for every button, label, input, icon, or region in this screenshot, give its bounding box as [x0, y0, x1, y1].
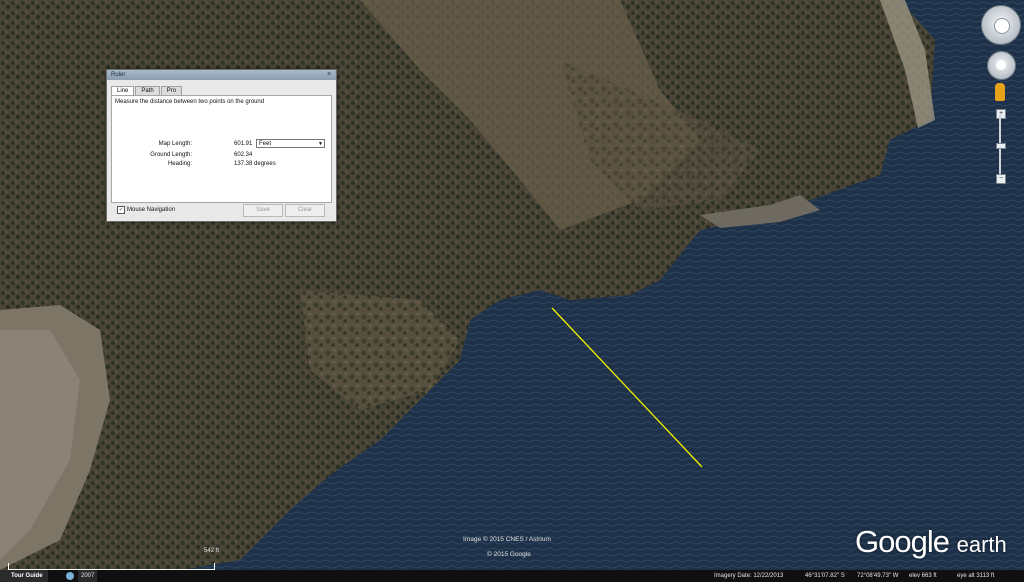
- ruler-dialog: Ruler × Line Path Pro Measure the distan…: [106, 69, 337, 222]
- heading-label: Heading:: [167, 161, 192, 167]
- logo-earth: earth: [956, 532, 1007, 557]
- elevation: elev 663 ft: [909, 573, 937, 579]
- scale-label: 542 ft: [204, 548, 220, 554]
- latitude: 46°31'07.82" S: [805, 573, 845, 579]
- hand-icon: [996, 60, 1006, 70]
- zoom-out-button[interactable]: −: [996, 174, 1006, 184]
- longitude: 72°08'49.73" W: [857, 573, 899, 579]
- eye-altitude: eye alt 3113 ft: [957, 573, 995, 579]
- zoom-in-button[interactable]: +: [996, 109, 1006, 119]
- google-earth-logo: Google earth: [855, 524, 1007, 560]
- ruler-title: Ruler: [111, 72, 126, 78]
- historical-imagery-icon[interactable]: [66, 572, 74, 580]
- ruler-title-bar[interactable]: Ruler ×: [107, 70, 336, 80]
- move-joystick[interactable]: [987, 51, 1016, 80]
- logo-google: Google: [855, 524, 950, 559]
- ruler-line-pane: Measure the distance between two points …: [111, 95, 332, 203]
- ruler-tabs: Line Path Pro: [111, 86, 183, 96]
- save-button[interactable]: Save: [243, 204, 283, 217]
- unit-select[interactable]: Feet ▼: [256, 139, 325, 148]
- historical-year[interactable]: 2007: [78, 570, 98, 582]
- unit-select-value: Feet: [259, 141, 272, 147]
- mouse-navigation-row[interactable]: ✓ Mouse Navigation: [117, 206, 175, 214]
- ground-length-value: 602.34: [234, 152, 253, 158]
- map-length-label: Map Length:: [158, 141, 192, 147]
- map-length-value: 601.91: [234, 141, 253, 147]
- mouse-navigation-checkbox[interactable]: ✓: [117, 206, 125, 214]
- chevron-down-icon: ▼: [318, 141, 323, 147]
- google-copyright: © 2015 Google: [487, 551, 531, 558]
- imagery-date: Imagery Date: 12/22/2013: [714, 573, 784, 579]
- street-view-pegman-icon[interactable]: [995, 83, 1005, 101]
- look-joystick[interactable]: [981, 5, 1021, 45]
- close-icon[interactable]: ×: [325, 70, 333, 80]
- tour-guide-button[interactable]: Tour Guide: [0, 570, 48, 582]
- imagery-attribution: Image © 2015 CNES / Astrium: [463, 536, 551, 543]
- mouse-navigation-label: Mouse Navigation: [127, 207, 176, 213]
- eye-icon: [994, 18, 1010, 34]
- ground-length-label: Ground Length:: [150, 152, 192, 158]
- clear-button[interactable]: Clear: [285, 204, 325, 217]
- scale-bar: [8, 563, 215, 570]
- zoom-slider-handle[interactable]: [996, 143, 1006, 149]
- status-bar: Tour Guide 2007 Imagery Date: 12/22/2013…: [0, 570, 1024, 582]
- heading-value: 137.38 degrees: [234, 161, 276, 167]
- ruler-description: Measure the distance between two points …: [115, 99, 265, 105]
